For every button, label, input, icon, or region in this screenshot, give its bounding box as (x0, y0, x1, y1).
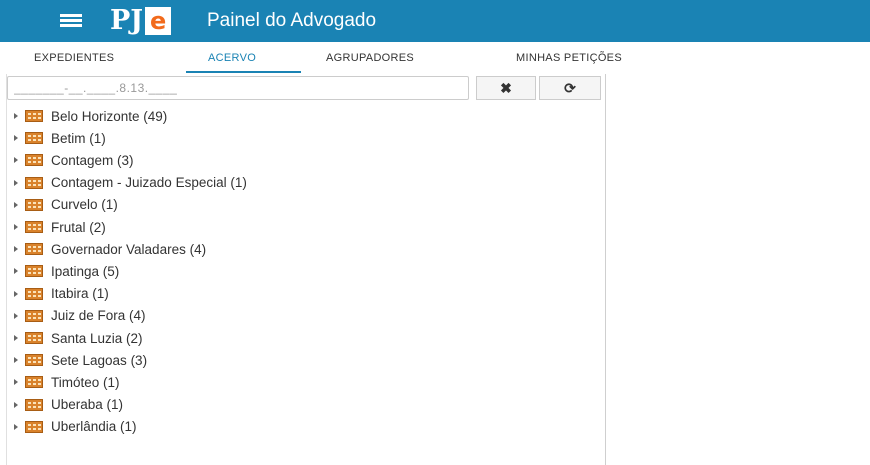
tab-bar: EXPEDIENTES ACERVO AGRUPADORES MINHAS PE… (0, 42, 870, 74)
expand-arrow-icon[interactable] (14, 335, 18, 341)
tree-item-label: Santa Luzia (2) (51, 330, 143, 346)
expand-arrow-icon[interactable] (14, 423, 18, 430)
expand-arrow-icon[interactable] (14, 179, 18, 186)
tab-agrupadores[interactable]: AGRUPADORES (326, 52, 414, 64)
tree-item-label: Timóteo (1) (51, 374, 120, 390)
expand-arrow-icon[interactable] (14, 224, 18, 230)
court-folder-icon (25, 376, 43, 389)
top-navbar: PJ e Painel do Advogado (0, 0, 870, 42)
tree-item-label: Governador Valadares (4) (51, 241, 207, 257)
page-title: Painel do Advogado (207, 10, 377, 31)
expand-arrow-icon[interactable] (14, 246, 18, 253)
tree-item[interactable]: Juiz de Fora (4) (7, 305, 146, 327)
court-folder-icon (25, 354, 43, 367)
active-tab-indicator (186, 71, 301, 73)
tree-item[interactable]: Timóteo (1) (7, 371, 120, 393)
court-folder-icon (25, 309, 43, 322)
logo-text: PJ (110, 5, 144, 36)
tree-item-label: Sete Lagoas (3) (51, 352, 148, 368)
tree-item[interactable]: Betim (1) (7, 127, 106, 149)
court-folder-icon (25, 132, 43, 145)
tree-item-label: Contagem - Juizado Especial (1) (51, 175, 247, 191)
process-number-search-input[interactable] (7, 76, 469, 100)
tree-item[interactable]: Governador Valadares (4) (7, 238, 206, 260)
tree-item[interactable]: Belo Horizonte (49) (7, 105, 167, 127)
expand-arrow-icon[interactable] (14, 401, 18, 408)
tree-item-label: Ipatinga (5) (51, 263, 120, 279)
court-folder-icon (25, 420, 43, 433)
search-row: ✖ ⟳ (7, 76, 605, 102)
tree-item[interactable]: Sete Lagoas (3) (7, 349, 147, 371)
court-folder-icon (25, 265, 43, 278)
tab-acervo[interactable]: ACERVO (208, 52, 256, 64)
tree-item-label: Frutal (2) (51, 219, 106, 235)
expand-arrow-icon[interactable] (14, 312, 18, 319)
logo-e-badge: e (145, 7, 172, 35)
tree-item[interactable]: Contagem (3) (7, 149, 134, 171)
acervo-panel: ✖ ⟳ Belo Horizonte (49) Betim (1) Contagem… (6, 74, 606, 465)
expand-arrow-icon[interactable] (14, 379, 18, 386)
clear-search-button[interactable]: ✖ (476, 76, 536, 100)
tree-item-label: Juiz de Fora (4) (51, 308, 146, 324)
court-folder-icon (25, 154, 43, 167)
tree-item[interactable]: Santa Luzia (2) (7, 327, 143, 349)
close-icon: ✖ (500, 79, 512, 96)
court-folder-icon (25, 110, 43, 122)
court-folder-icon (25, 287, 43, 300)
tree-item[interactable]: Uberlândia (1) (7, 416, 137, 438)
court-folder-icon (25, 198, 43, 211)
tree-item-label: Itabira (1) (51, 286, 109, 302)
pje-logo[interactable]: PJ e (110, 5, 172, 37)
expand-arrow-icon[interactable] (14, 357, 18, 364)
tree-item-label: Belo Horizonte (49) (51, 108, 168, 124)
tree-item[interactable]: Itabira (1) (7, 283, 109, 305)
expand-arrow-icon[interactable] (14, 268, 18, 275)
tab-expedientes[interactable]: EXPEDIENTES (34, 52, 114, 64)
expand-arrow-icon[interactable] (14, 113, 18, 119)
court-folder-icon (25, 176, 43, 189)
tree-item-label: Uberlândia (1) (51, 419, 137, 435)
court-folder-icon (25, 221, 43, 233)
tree-item-label: Contagem (3) (51, 152, 134, 168)
expand-arrow-icon[interactable] (14, 135, 18, 142)
tree-item[interactable]: Uberaba (1) (7, 394, 123, 416)
court-folder-icon (25, 398, 43, 411)
refresh-icon: ⟳ (564, 79, 576, 96)
expand-arrow-icon[interactable] (14, 201, 18, 208)
tree-item[interactable]: Ipatinga (5) (7, 260, 119, 282)
refresh-button[interactable]: ⟳ (539, 76, 601, 100)
court-folder-icon (25, 243, 43, 256)
expand-arrow-icon[interactable] (14, 290, 18, 297)
hamburger-menu-icon[interactable] (60, 14, 82, 28)
tree-item[interactable]: Frutal (2) (7, 216, 106, 238)
tree-item-label: Betim (1) (51, 130, 106, 146)
tree-item-label: Uberaba (1) (51, 397, 124, 413)
court-folder-icon (25, 332, 43, 344)
tab-minhas-peticoes[interactable]: MINHAS PETIÇÕES (516, 52, 622, 64)
expand-arrow-icon[interactable] (14, 157, 18, 164)
tree-item-label: Curvelo (1) (51, 197, 118, 213)
tree-item[interactable]: Contagem - Juizado Especial (1) (7, 172, 247, 194)
tree-item[interactable]: Curvelo (1) (7, 194, 118, 216)
